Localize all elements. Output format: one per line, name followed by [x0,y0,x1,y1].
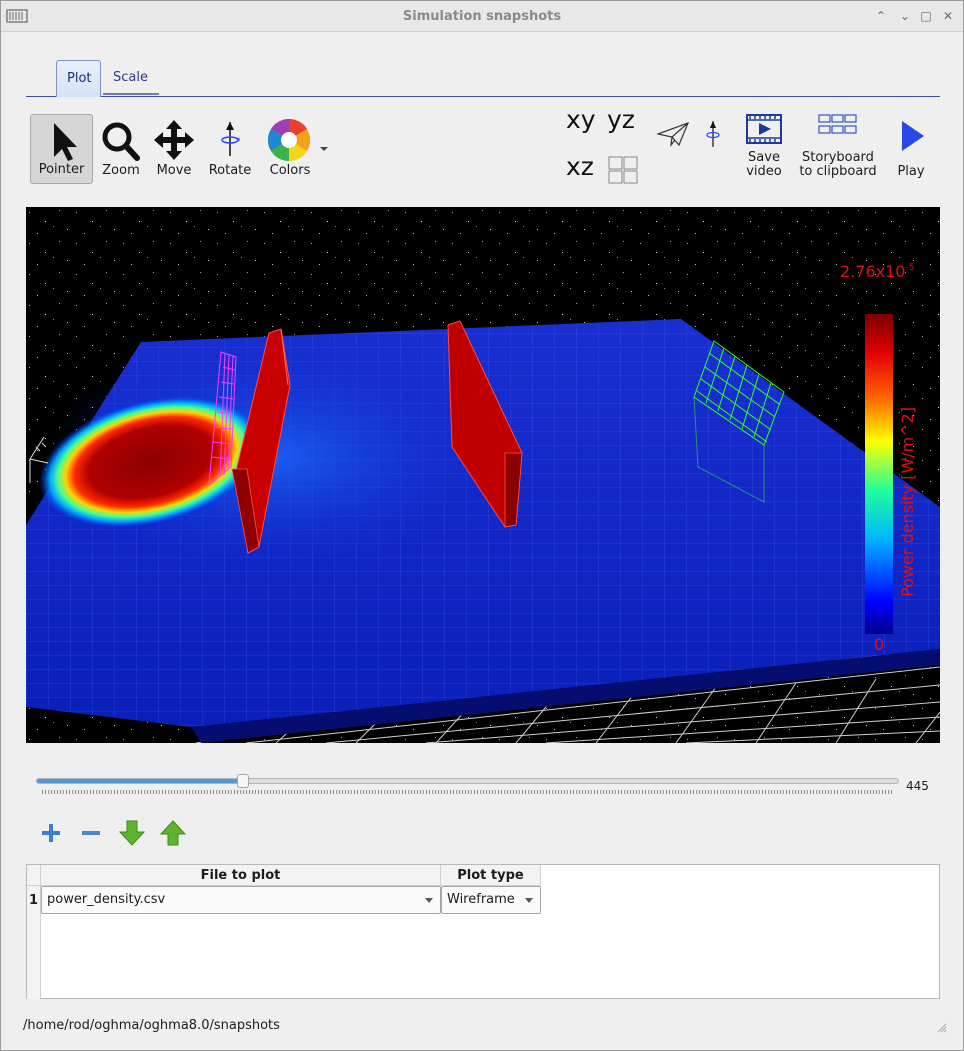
colorbar-max: 2.76x10-5 [840,262,914,281]
file-table: File to plot Plot type 1 power_density.c… [26,864,940,999]
slider-ticks [42,790,893,794]
plot-canvas: 2.76x10-5 0 Power density [W/m^2] [26,207,940,743]
move-label: Move [156,163,192,178]
file-select[interactable]: power_density.csv [41,886,441,914]
snapshot-slider[interactable] [36,778,899,784]
zoom-icon [102,122,140,161]
play-label: Play [897,164,925,179]
close-icon[interactable]: ✕ [941,9,955,23]
colorbar-label: Power density [W/m^2] [898,407,917,597]
column-header-file[interactable]: File to plot [41,865,441,886]
save-video-button[interactable]: Save video [739,113,789,179]
view-xz-button[interactable]: xz [566,152,594,181]
title-bar: Simulation snapshots ⌃ ⌄ □ ✕ [1,1,963,32]
pointer-label: Pointer [38,162,85,177]
storyboard-label-2: to clipboard [799,164,877,179]
colors-dropdown-icon[interactable] [320,147,328,151]
main-window: Simulation snapshots ⌃ ⌄ □ ✕ Plot Scale … [0,0,964,1051]
remove-icon[interactable] [77,819,105,847]
colorbar-min: 0 [874,635,884,654]
four-views-icon[interactable] [608,156,638,184]
rotate-button[interactable]: Rotate [203,114,257,184]
status-path: /home/rod/oghma/oghma8.0/snapshots [23,1018,280,1033]
move-up-icon[interactable] [159,819,187,847]
save-video-label-2: video [746,164,782,179]
save-video-label-1: Save [748,150,780,165]
resize-grip-icon[interactable] [937,1023,947,1033]
play-button[interactable]: Play [891,119,931,179]
row-header[interactable]: 1 [27,886,41,915]
move-button[interactable]: Move [149,114,199,184]
storyboard-icon [818,114,857,134]
move-icon [154,120,194,160]
paper-plane-icon[interactable] [657,121,689,147]
column-header-type[interactable]: Plot type [441,865,541,886]
slider-fill [37,779,243,783]
3d-viewport[interactable]: 2.76x10-5 0 Power density [W/m^2] [26,207,940,743]
color-wheel-icon [267,118,311,162]
rotate-label: Rotate [208,163,252,178]
tab-plot[interactable]: Plot [56,60,101,97]
rotate-icon [221,122,240,156]
colors-button[interactable]: Colors [263,114,317,184]
shade-icon[interactable]: ⌃ [874,9,888,23]
storyboard-label-1: Storyboard [802,150,874,165]
add-icon[interactable] [37,819,65,847]
plot-type-value: Wireframe [447,892,515,907]
corner-header [27,865,41,886]
film-icon [746,114,782,144]
colors-label: Colors [269,163,311,178]
view-xy-button[interactable]: xy [566,105,596,134]
file-select-value: power_density.csv [47,892,166,907]
chevron-down-icon [525,898,533,903]
move-down-icon[interactable] [118,819,146,847]
zoom-label: Zoom [102,163,140,178]
pointer-button[interactable]: Pointer [30,114,93,184]
plot-type-select[interactable]: Wireframe [441,886,541,914]
tab-scale[interactable]: Scale [103,59,159,95]
storyboard-button[interactable]: Storyboard to clipboard [796,113,880,179]
view-yz-button[interactable]: yz [607,105,635,134]
maximize-icon[interactable]: □ [919,9,933,23]
zoom-button[interactable]: Zoom [95,114,147,184]
rotate-axis-icon[interactable] [703,119,723,149]
play-icon [902,121,924,151]
window-title: Simulation snapshots [402,9,562,24]
pointer-icon [53,123,77,161]
colorbar [865,314,893,634]
slider-handle[interactable] [237,774,250,788]
chevron-down-icon [425,898,433,903]
minimize-icon[interactable]: ⌄ [898,9,912,23]
row-header-empty [27,915,41,999]
slider-value: 445 [906,779,929,793]
tab-bar: Plot Scale [26,59,940,97]
